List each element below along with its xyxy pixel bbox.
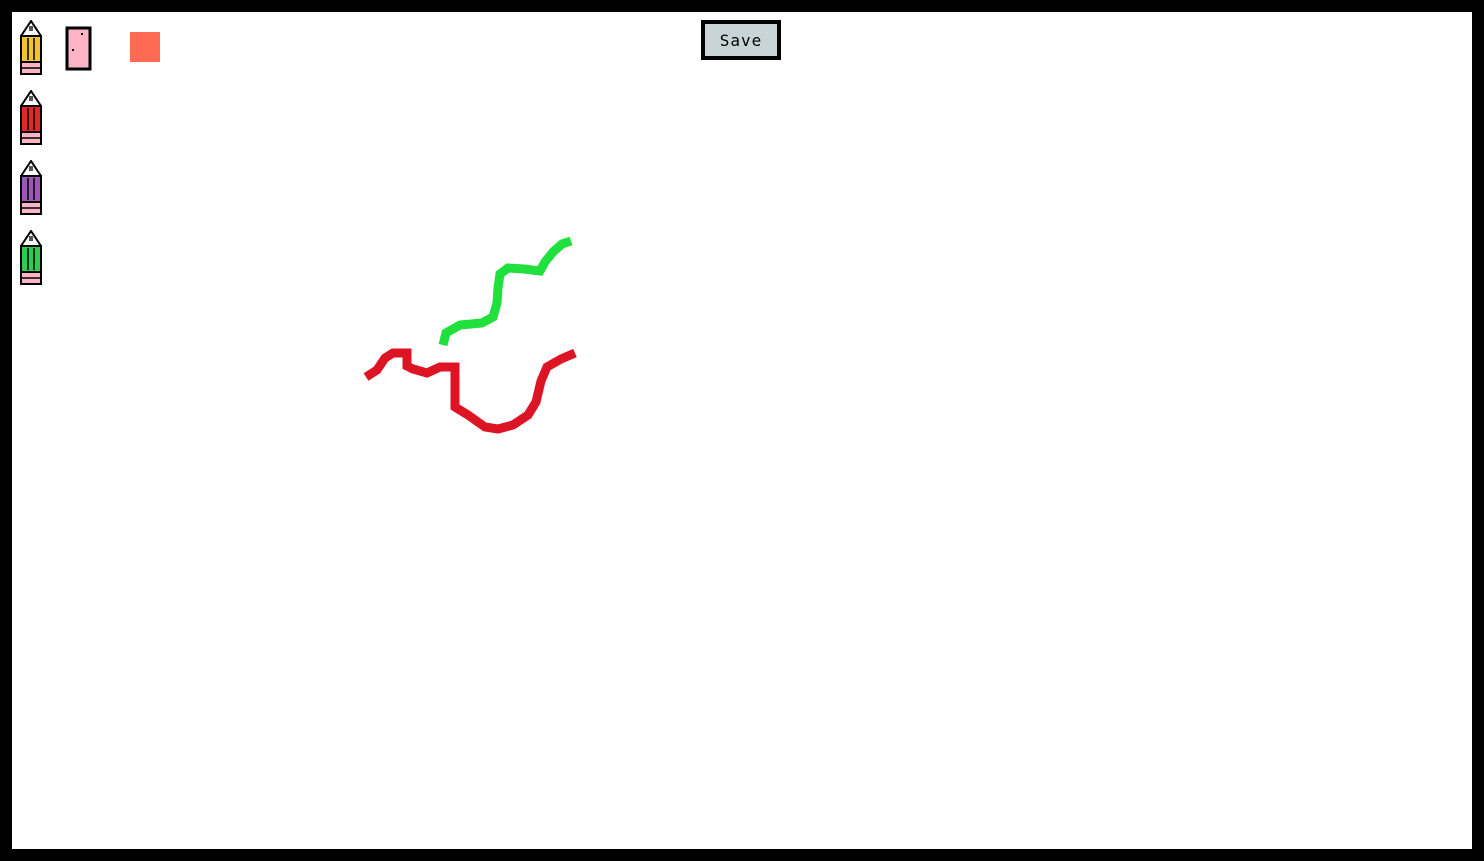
pencil-icon	[20, 230, 42, 285]
pencil-purple-tool[interactable]	[20, 160, 42, 216]
red-stroke	[363, 348, 577, 434]
app-frame: Save	[0, 0, 1484, 861]
drawing-canvas[interactable]: Save	[12, 12, 1472, 849]
save-button[interactable]: Save	[701, 20, 781, 60]
pencil-yellow-tool[interactable]	[20, 20, 42, 76]
pencil-green-tool[interactable]	[20, 230, 42, 286]
pencil-red-tool[interactable]	[20, 90, 42, 146]
green-stroke	[438, 236, 573, 347]
pencil-icon	[20, 20, 42, 75]
eraser-icon	[65, 26, 92, 71]
eraser-tool[interactable]	[65, 26, 93, 72]
drawing-layer	[363, 236, 577, 434]
current-color-swatch[interactable]	[130, 32, 160, 62]
pencil-icon	[20, 90, 42, 145]
pencil-icon	[20, 160, 42, 215]
